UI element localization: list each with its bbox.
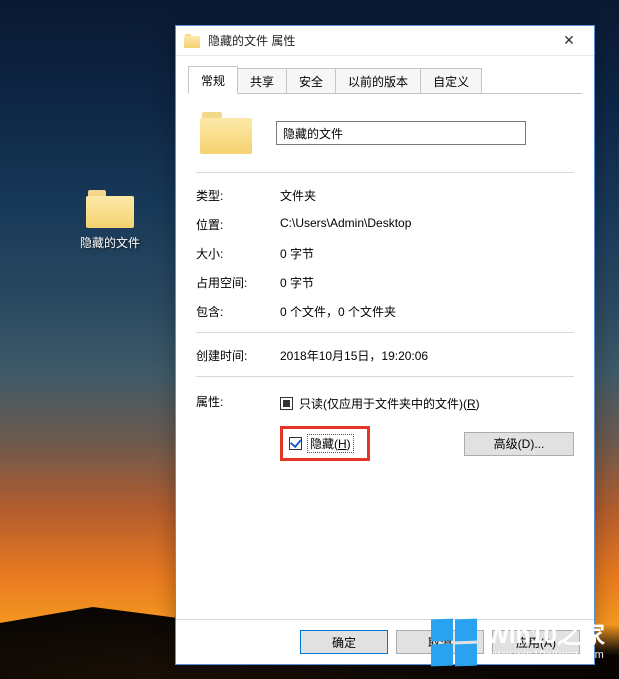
close-icon: ✕: [563, 32, 575, 49]
type-label: 类型:: [196, 187, 280, 204]
highlighted-hidden-option: 隐藏(H): [280, 426, 370, 461]
created-value: 2018年10月15日，19:20:06: [280, 347, 574, 364]
disk-size-label: 占用空间:: [196, 274, 280, 291]
dialog-content: 类型: 文件夹 位置: C:\Users\Admin\Desktop 大小: 0…: [176, 94, 594, 619]
attributes-label: 属性:: [196, 391, 280, 410]
tab-general[interactable]: 常规: [188, 66, 238, 94]
type-value: 文件夹: [280, 187, 574, 204]
contains-value: 0 个文件，0 个文件夹: [280, 303, 574, 320]
dialog-footer: 确定 取消 应用(A): [176, 619, 594, 664]
separator: [196, 332, 574, 333]
cancel-button[interactable]: 取消: [396, 630, 484, 654]
ok-button[interactable]: 确定: [300, 630, 388, 654]
apply-button[interactable]: 应用(A): [492, 630, 580, 654]
folder-icon: [184, 34, 200, 48]
contains-label: 包含:: [196, 303, 280, 320]
hidden-label: 隐藏(H): [308, 435, 353, 452]
tab-customize[interactable]: 自定义: [420, 68, 482, 93]
created-label: 创建时间:: [196, 347, 280, 364]
desktop-icon-label: 隐藏的文件: [70, 234, 150, 251]
disk-size-value: 0 字节: [280, 274, 574, 291]
advanced-button[interactable]: 高级(D)...: [464, 432, 574, 456]
close-button[interactable]: ✕: [546, 26, 592, 55]
location-value: C:\Users\Admin\Desktop: [280, 216, 574, 230]
readonly-checkbox-row[interactable]: 只读(仅应用于文件夹中的文件)(R): [280, 395, 574, 412]
folder-name-input[interactable]: [276, 121, 526, 145]
properties-dialog: 隐藏的文件 属性 ✕ 常规 共享 安全 以前的版本 自定义 类型: 文件夹 位置…: [175, 25, 595, 665]
tab-security[interactable]: 安全: [286, 68, 336, 93]
folder-icon: [86, 190, 134, 228]
tab-strip: 常规 共享 安全 以前的版本 自定义: [188, 66, 582, 94]
size-label: 大小:: [196, 245, 280, 262]
tab-previous-versions[interactable]: 以前的版本: [335, 68, 421, 93]
size-value: 0 字节: [280, 245, 574, 262]
readonly-label: 只读(仅应用于文件夹中的文件)(R): [299, 395, 480, 412]
location-label: 位置:: [196, 216, 280, 233]
readonly-checkbox[interactable]: [280, 397, 293, 410]
titlebar[interactable]: 隐藏的文件 属性 ✕: [176, 26, 594, 56]
tab-sharing[interactable]: 共享: [237, 68, 287, 93]
hidden-checkbox[interactable]: [289, 437, 302, 450]
separator: [196, 172, 574, 173]
separator: [196, 376, 574, 377]
folder-icon[interactable]: [200, 112, 252, 154]
window-title: 隐藏的文件 属性: [208, 32, 546, 49]
desktop-folder-icon[interactable]: 隐藏的文件: [70, 190, 150, 251]
